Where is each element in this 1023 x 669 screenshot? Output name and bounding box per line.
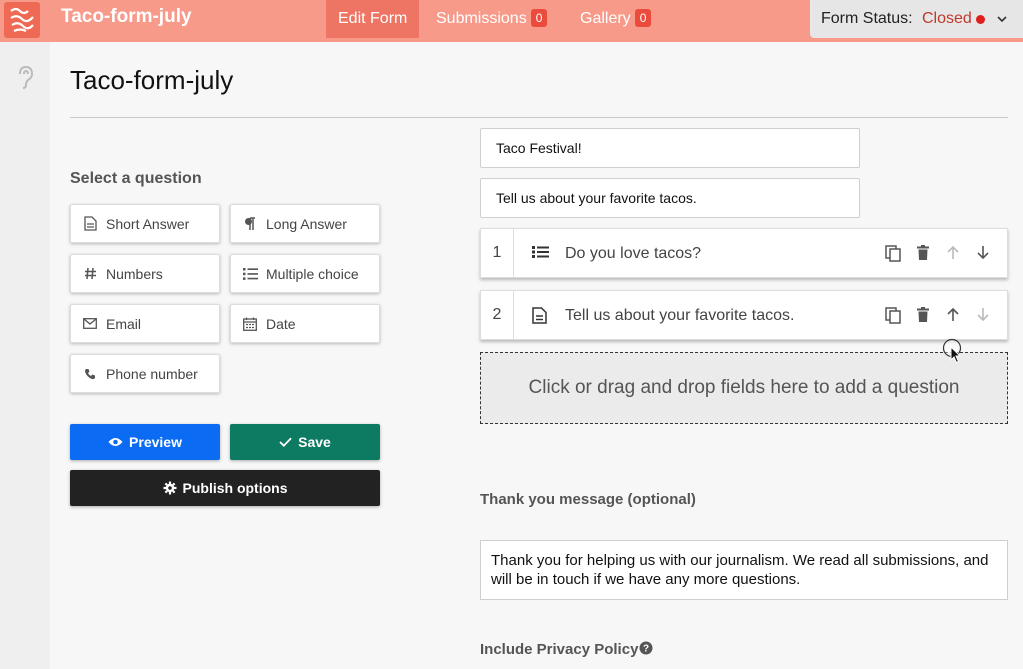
question-text: Tell us about your favorite tacos. <box>565 307 795 324</box>
publish-options-button[interactable]: Publish options <box>70 470 380 506</box>
tab-gallery[interactable]: Gallery 0 <box>568 0 663 38</box>
trash-icon[interactable] <box>917 245 929 265</box>
page-title: Taco-form-july <box>70 65 234 95</box>
ear-help-icon[interactable] <box>15 64 37 95</box>
document-icon <box>82 216 98 232</box>
tab-label: Edit Form <box>338 10 408 27</box>
status-value: Closed <box>922 10 972 27</box>
svg-text:?: ? <box>643 644 649 655</box>
arrow-down-icon[interactable] <box>976 245 990 265</box>
status-label: Form Status: <box>821 10 913 27</box>
question-row[interactable]: 1 Do you love tacos? <box>480 228 1008 278</box>
privacy-policy-label: Include Privacy Policy ? <box>480 641 653 659</box>
email-button[interactable]: Email <box>70 304 220 343</box>
count-badge: 0 <box>530 8 548 27</box>
logo[interactable] <box>4 2 40 38</box>
count-badge: 0 <box>634 8 652 27</box>
question-circle-icon[interactable]: ? <box>639 641 653 659</box>
privacy-label-text: Include Privacy Policy <box>480 641 639 658</box>
question-text: Do you love tacos? <box>565 245 702 262</box>
button-label: Long Answer <box>266 215 347 232</box>
trash-icon[interactable] <box>917 307 929 327</box>
envelope-icon <box>82 316 98 332</box>
tab-edit-form[interactable]: Edit Form <box>326 0 420 38</box>
save-button[interactable]: Save <box>230 424 380 460</box>
button-label: Date <box>266 315 296 332</box>
button-label: Phone number <box>106 365 198 382</box>
list-icon <box>532 245 549 264</box>
app-title: Taco-form-july <box>61 6 192 27</box>
add-question-dropzone[interactable]: Click or drag and drop fields here to ad… <box>480 352 1008 424</box>
thanks-message-textarea[interactable]: Thank you for helping us with our journa… <box>480 540 1008 600</box>
form-description-input[interactable]: Tell us about your favorite tacos. <box>480 178 860 218</box>
button-label: Email <box>106 315 142 332</box>
question-number: 1 <box>481 229 514 277</box>
status-dot-icon <box>976 15 985 24</box>
divider <box>70 117 1008 118</box>
tab-label: Gallery <box>580 10 631 27</box>
document-icon <box>532 307 547 329</box>
chevron-down-icon <box>996 12 1008 30</box>
form-status-dropdown[interactable]: Form Status: Closed <box>810 0 1023 38</box>
button-label: Numbers <box>106 265 163 282</box>
gear-icon <box>163 481 177 495</box>
question-row[interactable]: 2 Tell us about your favorite tacos. <box>480 290 1008 340</box>
tab-label: Submissions <box>436 10 527 27</box>
phone-number-button[interactable]: Phone number <box>70 354 220 393</box>
tab-submissions[interactable]: Submissions 0 <box>424 0 559 38</box>
question-number: 2 <box>481 291 514 339</box>
paragraph-icon <box>242 216 258 232</box>
copy-icon[interactable] <box>885 245 901 267</box>
arrow-up-icon[interactable] <box>946 245 960 265</box>
logo-icon <box>10 7 34 33</box>
calendar-icon <box>242 316 258 332</box>
top-bar: Taco-form-july Edit Form Submissions 0 Ga… <box>0 0 1023 42</box>
button-label: Short Answer <box>106 215 190 232</box>
button-label: Save <box>298 434 331 450</box>
form-heading-input[interactable]: Taco Festival! <box>480 128 860 168</box>
mouse-cursor-icon <box>942 338 964 369</box>
numbers-button[interactable]: Numbers <box>70 254 220 293</box>
button-label: Multiple choice <box>266 265 359 282</box>
long-answer-button[interactable]: Long Answer <box>230 204 380 243</box>
date-button[interactable]: Date <box>230 304 380 343</box>
section-label: Select a question <box>70 170 202 187</box>
left-rail <box>0 42 50 669</box>
button-label: Publish options <box>182 480 288 496</box>
multiple-choice-button[interactable]: Multiple choice <box>230 254 380 293</box>
short-answer-button[interactable]: Short Answer <box>70 204 220 243</box>
arrow-up-icon[interactable] <box>946 307 960 327</box>
phone-icon <box>82 366 98 382</box>
eye-icon <box>108 437 123 447</box>
button-label: Preview <box>129 434 182 450</box>
hash-icon <box>82 266 98 282</box>
arrow-down-icon[interactable] <box>976 307 990 327</box>
preview-button[interactable]: Preview <box>70 424 220 460</box>
copy-icon[interactable] <box>885 307 901 329</box>
checkmark-icon <box>279 437 292 447</box>
list-icon <box>242 266 258 282</box>
thanks-message-label: Thank you message (optional) <box>480 491 696 508</box>
